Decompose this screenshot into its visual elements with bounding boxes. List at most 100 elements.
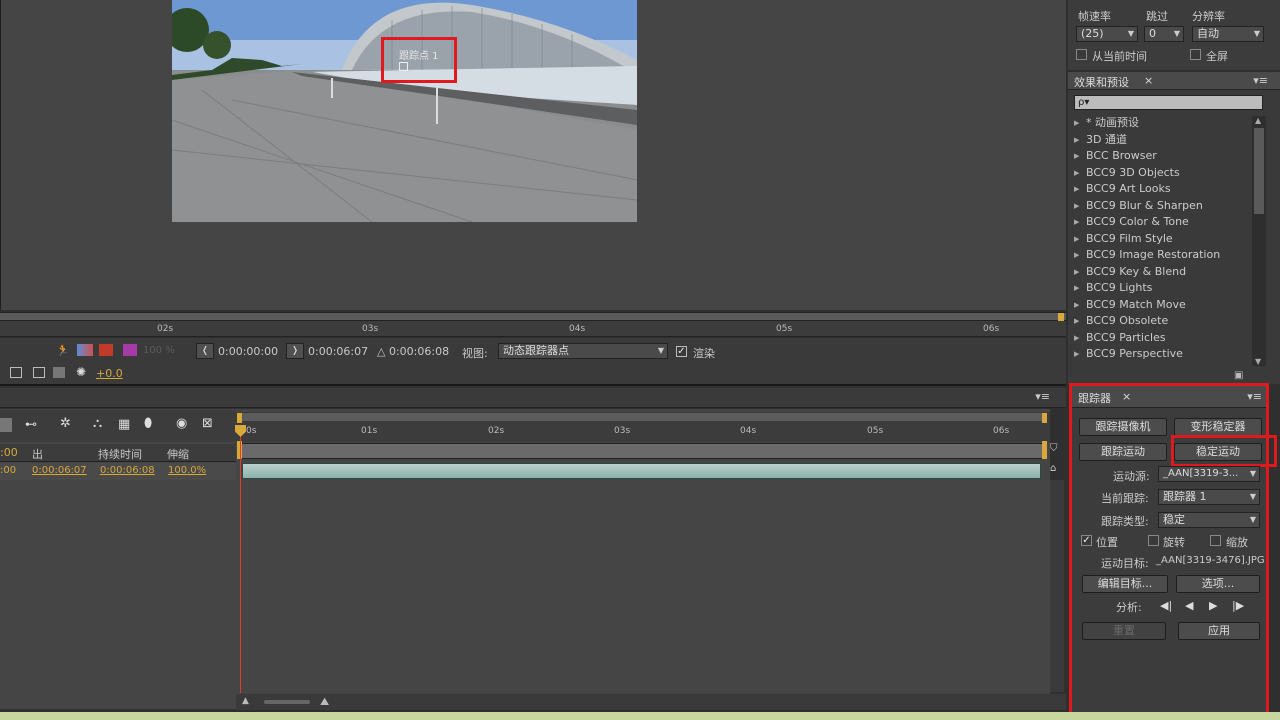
- layer-stretch[interactable]: 100.0%: [168, 465, 206, 476]
- color-swatch-icon[interactable]: [123, 344, 137, 356]
- layer-in[interactable]: :00: [0, 465, 16, 476]
- brainstorm-icon[interactable]: ⬮: [144, 416, 152, 431]
- graph-editor-search-icon[interactable]: ◉: [176, 416, 187, 431]
- list-item[interactable]: BCC9 3D Objects: [1070, 165, 1252, 182]
- comp-button-icon[interactable]: ⛉: [1050, 443, 1064, 457]
- motion-blur-icon[interactable]: ▦: [118, 417, 130, 432]
- reset-button[interactable]: 重置: [1082, 622, 1166, 640]
- panel-menu-icon[interactable]: ▾≡: [1247, 390, 1262, 403]
- track-point-icon[interactable]: [399, 62, 408, 71]
- list-item[interactable]: * 动画预设: [1070, 115, 1252, 132]
- close-icon[interactable]: ×: [1122, 390, 1131, 403]
- zoom-in-icon[interactable]: ⛰: [320, 695, 329, 709]
- list-item[interactable]: BCC9 Art Looks: [1070, 181, 1252, 198]
- shy-icon[interactable]: ✲: [60, 416, 71, 431]
- column-out[interactable]: 出: [32, 446, 43, 462]
- lock-icon[interactable]: ⌂: [1050, 463, 1064, 477]
- list-item[interactable]: 3D 通道: [1070, 132, 1252, 149]
- set-in-button[interactable]: ❬: [196, 343, 214, 359]
- time-navigator[interactable]: [240, 443, 1046, 459]
- list-item[interactable]: BCC9 Key & Blend: [1070, 264, 1252, 281]
- column-stretch[interactable]: 伸缩: [167, 446, 189, 462]
- comp-marker-icon[interactable]: [0, 418, 12, 432]
- panel-menu-icon[interactable]: ▾≡: [1253, 74, 1268, 87]
- flow-icon[interactable]: [99, 344, 113, 356]
- column-duration[interactable]: 持续时间: [98, 446, 142, 462]
- out-time[interactable]: 0:00:06:07: [308, 345, 368, 358]
- position-checkbox[interactable]: ✓: [1081, 535, 1092, 546]
- zoom-out-icon[interactable]: ▲: [242, 696, 249, 706]
- set-out-button[interactable]: ❭: [286, 343, 304, 359]
- current-time-indicator[interactable]: [240, 425, 241, 693]
- resolution-dropdown[interactable]: 自动 ▼: [1192, 26, 1264, 42]
- layer-out[interactable]: 0:00:06:07: [32, 465, 87, 476]
- list-item[interactable]: BCC9 Lights: [1070, 280, 1252, 297]
- fps-dropdown[interactable]: (25) ▼: [1076, 26, 1138, 42]
- zoom-level[interactable]: 100 %: [143, 345, 175, 356]
- list-item[interactable]: BCC9 Color & Tone: [1070, 214, 1252, 231]
- apply-button[interactable]: 应用: [1178, 622, 1260, 640]
- list-item[interactable]: BCC9 Particles: [1070, 330, 1252, 347]
- motion-source-dropdown[interactable]: _AAN[3319-3... ▼: [1158, 466, 1260, 482]
- list-item[interactable]: BCC9 Blur & Sharpen: [1070, 198, 1252, 215]
- fullscreen-checkbox[interactable]: [1190, 49, 1201, 60]
- list-item[interactable]: BCC Browser: [1070, 148, 1252, 165]
- list-item[interactable]: BCC9 Film Style: [1070, 231, 1252, 248]
- options-button[interactable]: 选项...: [1176, 575, 1260, 593]
- track-motion-button[interactable]: 跟踪运动: [1079, 443, 1167, 461]
- timeline-work-area[interactable]: [240, 413, 1046, 421]
- close-icon[interactable]: ×: [1144, 74, 1153, 87]
- from-current-checkbox[interactable]: [1076, 49, 1087, 60]
- frame-blend-icon[interactable]: ⛬: [93, 416, 102, 431]
- scroll-down-icon[interactable]: ▼: [1255, 357, 1261, 366]
- layer-row[interactable]: :00 0:00:06:07 0:00:06:08 100.0%: [0, 463, 236, 480]
- list-item[interactable]: BCC9 Image Restoration: [1070, 247, 1252, 264]
- tracker-tab[interactable]: 跟踪器 × ▾≡: [1072, 386, 1266, 408]
- edit-target-button[interactable]: 编辑目标...: [1082, 575, 1168, 593]
- exposure-value[interactable]: +0.0: [96, 367, 123, 380]
- viewer-work-area[interactable]: [0, 313, 1066, 321]
- effects-search-input[interactable]: ρ▾: [1074, 95, 1263, 110]
- analyze-backward-icon[interactable]: ◀: [1185, 599, 1193, 612]
- work-area-end-handle[interactable]: [1058, 313, 1064, 321]
- exposure-icon[interactable]: ✺: [76, 365, 86, 379]
- new-folder-icon[interactable]: ▣: [1234, 370, 1243, 381]
- viewer-time-ruler[interactable]: 02s 03s 04s 05s 06s: [0, 312, 1066, 337]
- running-man-icon[interactable]: 🏃: [56, 344, 70, 357]
- track-type-dropdown[interactable]: 稳定 ▼: [1158, 512, 1260, 528]
- in-time[interactable]: 0:00:00:00: [218, 345, 278, 358]
- warp-stabilizer-button[interactable]: 变形稳定器: [1174, 418, 1262, 436]
- analyze-back-frame-icon[interactable]: ◀|: [1160, 599, 1172, 612]
- zoom-slider[interactable]: [264, 700, 310, 704]
- effects-scrollbar[interactable]: ▲ ▼: [1252, 116, 1266, 366]
- work-area-start-handle[interactable]: [237, 413, 242, 423]
- draft-3d-icon[interactable]: ⊷: [25, 417, 37, 431]
- list-item[interactable]: BCC9 Perspective: [1070, 346, 1252, 363]
- work-area-end-handle[interactable]: [1042, 413, 1047, 423]
- scrollbar-thumb[interactable]: [1254, 128, 1264, 214]
- camera-icon[interactable]: [53, 367, 65, 378]
- list-item[interactable]: BCC9 Match Move: [1070, 297, 1252, 314]
- analyze-forward-frame-icon[interactable]: |▶: [1232, 599, 1244, 612]
- rotation-checkbox[interactable]: [1148, 535, 1159, 546]
- layer-duration-bar[interactable]: [242, 463, 1041, 479]
- graph-editor-icon[interactable]: ⊠: [202, 416, 213, 431]
- render-checkbox[interactable]: ✓: [676, 346, 687, 357]
- column-in[interactable]: :00: [0, 446, 18, 459]
- skip-dropdown[interactable]: 0 ▼: [1144, 26, 1184, 42]
- effects-tab[interactable]: 效果和预设 × ▾≡: [1068, 72, 1280, 90]
- current-track-dropdown[interactable]: 跟踪器 1 ▼: [1158, 489, 1260, 505]
- navigator-end-handle[interactable]: [1042, 441, 1047, 459]
- timeline-scrollbar[interactable]: [1050, 480, 1064, 692]
- layer-duration[interactable]: 0:00:06:08: [100, 465, 155, 476]
- scroll-up-icon[interactable]: ▲: [1255, 116, 1261, 125]
- view-dropdown[interactable]: 动态跟踪器点 ▼: [498, 343, 668, 359]
- track-camera-button[interactable]: 跟踪摄像机: [1079, 418, 1167, 436]
- color-channel-icon[interactable]: [77, 344, 93, 356]
- panel-menu-icon[interactable]: ▾≡: [1035, 390, 1050, 403]
- composition-viewer[interactable]: 跟踪点 1: [0, 0, 1066, 310]
- scale-checkbox[interactable]: [1210, 535, 1221, 546]
- list-item[interactable]: BCC9 Obsolete: [1070, 313, 1252, 330]
- analyze-forward-icon[interactable]: ▶: [1209, 599, 1217, 612]
- grid-icon[interactable]: [10, 367, 22, 378]
